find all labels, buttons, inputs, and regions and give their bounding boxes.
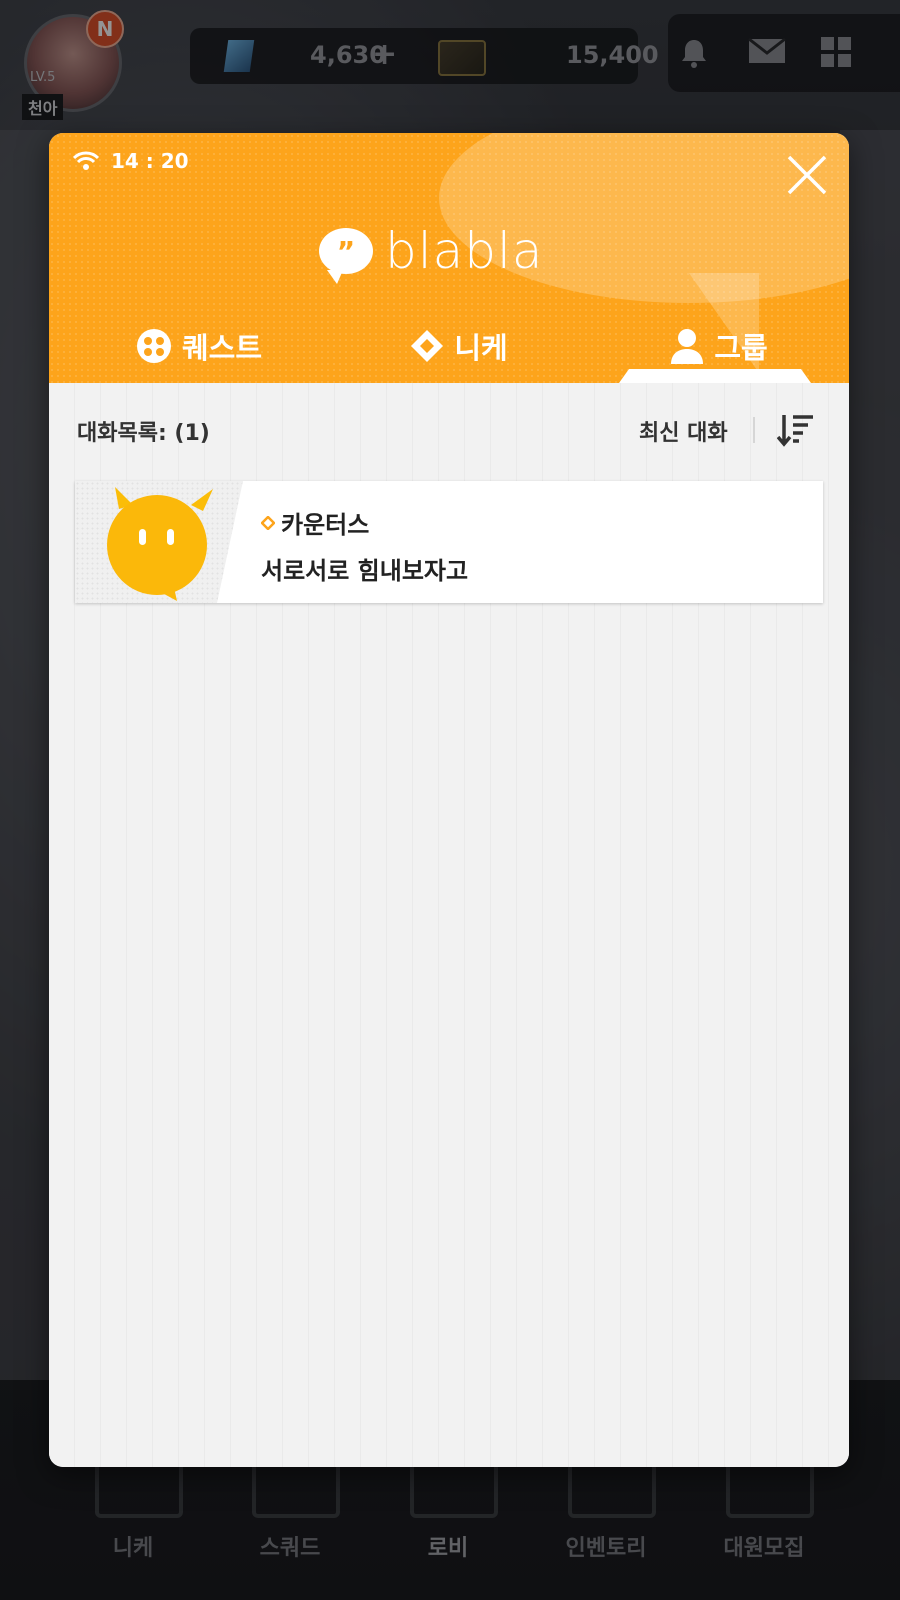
wifi-icon — [73, 151, 99, 170]
chat-list-item[interactable]: 카운터스 서로서로 힘내보자고 — [75, 481, 823, 603]
modal-header: 14 : 20 ” blabla 퀘스트 니케 그룹 — [49, 133, 849, 383]
sort-icon[interactable] — [777, 413, 815, 447]
counters-avatar-icon — [107, 487, 213, 601]
tab-quest-label: 퀘스트 — [181, 331, 263, 365]
tab-quest[interactable]: 퀘스트 — [89, 309, 309, 383]
divider — [753, 417, 755, 443]
diamond-icon — [261, 515, 275, 530]
quest-icon — [136, 329, 171, 363]
sort-latest-button[interactable]: 최신 대화 — [639, 415, 728, 447]
close-icon[interactable] — [785, 153, 829, 197]
chat-list-panel: 대화목록: (1) 최신 대화 카운터스 서로서로 힘내보자고 — [49, 383, 849, 1467]
chat-name-row: 카운터스 — [261, 505, 369, 540]
chat-list-count: 대화목록: (1) — [77, 421, 210, 446]
blabla-modal: 14 : 20 ” blabla 퀘스트 니케 그룹 대화목록: (1) 최신 … — [49, 133, 849, 1467]
logo-text: blabla — [385, 222, 544, 280]
chat-last-message: 서로서로 힘내보자고 — [261, 557, 469, 585]
blabla-logo: ” blabla — [319, 219, 544, 284]
tab-group-label: 그룹 — [714, 331, 768, 365]
status-time: 14 : 20 — [111, 149, 189, 173]
tab-nikke[interactable]: 니케 — [349, 309, 569, 383]
person-icon — [671, 329, 704, 364]
speech-bubble-icon: ” — [319, 228, 373, 284]
tab-nikke-label: 니케 — [454, 331, 508, 365]
chat-name: 카운터스 — [281, 511, 370, 539]
diamond-icon — [411, 330, 444, 362]
active-tab-indicator — [619, 369, 811, 383]
